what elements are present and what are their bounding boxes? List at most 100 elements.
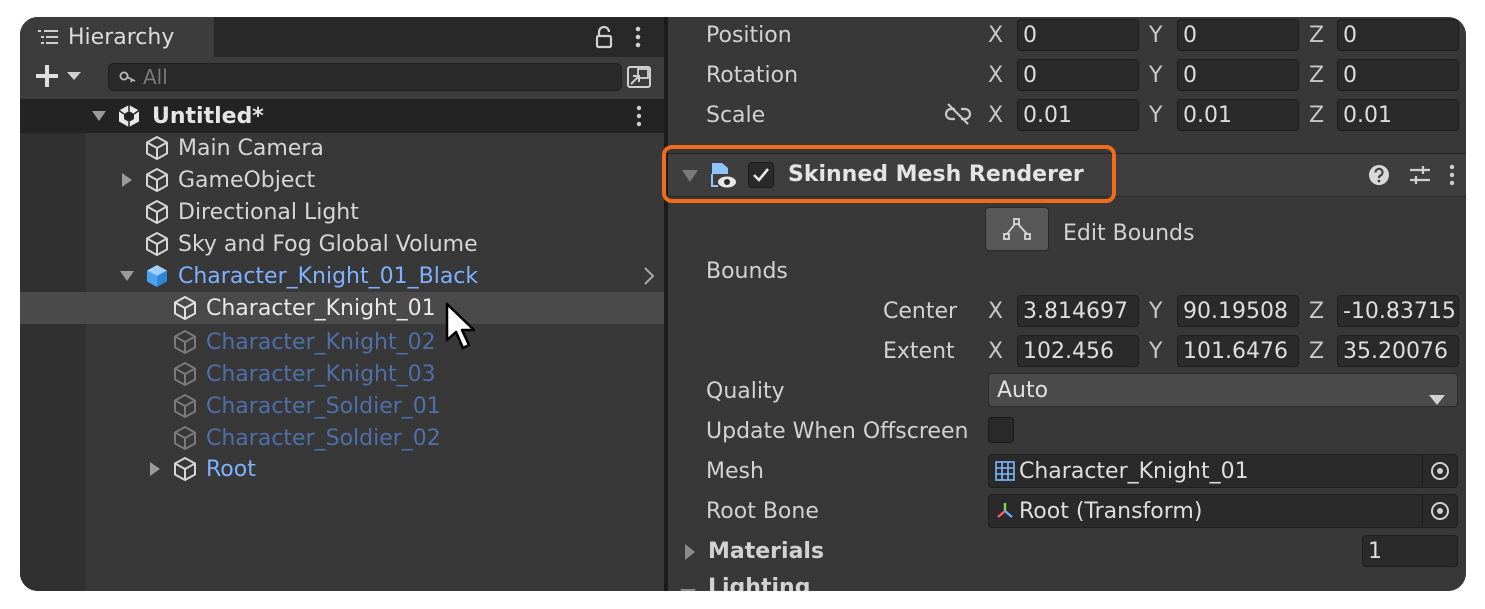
hierarchy-item[interactable]: Main Camera [20,132,664,164]
axis-x-label: X [988,63,1004,88]
scale-label: Scale [706,103,766,128]
gameobject-icon [172,295,198,321]
axis-y-label: Y [1149,299,1163,324]
root-bone-label: Root Bone [706,499,819,524]
expand-arrow-icon[interactable] [120,173,134,187]
checkmark-icon [753,168,770,182]
scale-x-field[interactable]: 0.01 [1017,99,1139,131]
dropdown-arrow-icon [1429,386,1445,411]
mesh-value: Character_Knight_01 [1019,458,1249,484]
gameobject-icon [144,167,170,193]
root-bone-object-field[interactable]: Root (Transform) [988,494,1458,528]
edit-bounds-label: Edit Bounds [1063,221,1195,246]
axis-y-label: Y [1149,103,1163,128]
hierarchy-item-label: Directional Light [178,199,359,225]
axis-x-label: X [988,339,1004,364]
center-label: Center [883,299,958,324]
more-options-icon[interactable] [628,25,648,49]
center-z-field[interactable]: -10.83715 [1337,295,1459,327]
constrain-proportions-icon[interactable] [944,103,972,129]
quality-value: Auto [997,377,1049,403]
center-x-field[interactable]: 3.814697 [1017,295,1139,327]
search-icon [119,70,137,84]
skinned-mesh-renderer-icon [708,160,738,194]
inspector-panel: Position X 0 Y 0 Z 0 Rotation X 0 Y 0 Z … [662,17,1466,591]
add-object-button[interactable] [34,63,82,89]
mouse-cursor-icon [444,302,478,356]
scene-more-options-icon[interactable] [632,105,646,127]
hierarchy-item[interactable]: Character_Knight_02 [20,326,664,358]
hierarchy-item[interactable]: Root [20,453,664,485]
rotation-label: Rotation [706,63,799,88]
extent-z-field[interactable]: 35.20076 [1337,335,1459,367]
materials-foldout-icon[interactable] [684,544,696,564]
position-x-field[interactable]: 0 [1017,19,1139,51]
update-offscreen-label: Update When Offscreen [706,419,969,444]
hierarchy-item-label: Character_Soldier_02 [206,425,441,451]
position-y-field[interactable]: 0 [1177,19,1299,51]
extent-x-field[interactable]: 102.456 [1017,335,1139,367]
rotation-x-field[interactable]: 0 [1017,59,1139,91]
position-z-field[interactable]: 0 [1337,19,1459,51]
component-more-options-icon[interactable] [1448,164,1456,190]
search-box[interactable] [108,63,622,91]
editor-window: Hierarchy All Untitled* Main Camera Game… [20,17,1466,591]
unity-scene-icon [116,103,142,129]
lock-icon[interactable] [594,25,614,49]
skinned-mesh-renderer-header[interactable]: Skinned Mesh Renderer [668,153,1466,197]
mesh-object-field[interactable]: Character_Knight_01 [988,454,1458,488]
materials-count-field[interactable]: 1 [1362,535,1458,567]
hierarchy-item-label: Character_Knight_02 [206,329,436,355]
object-picker-icon[interactable] [1422,455,1457,487]
hierarchy-item[interactable]: Sky and Fog Global Volume [20,228,664,260]
extent-label: Extent [883,339,955,364]
expand-arrow-icon[interactable] [120,269,134,283]
search-input[interactable] [143,65,583,89]
hierarchy-panel: Hierarchy All Untitled* Main Camera Game… [20,17,664,591]
rotation-y-field[interactable]: 0 [1177,59,1299,91]
scene-row[interactable]: Untitled* [20,99,664,133]
gameobject-icon [144,199,170,225]
position-label: Position [706,23,792,48]
object-picker-icon[interactable] [1422,495,1457,527]
axis-y-label: Y [1149,63,1163,88]
hierarchy-item[interactable]: Character_Soldier_02 [20,422,664,454]
gameobject-icon [144,135,170,161]
lighting-foldout-icon[interactable] [680,585,696,591]
rotation-z-field[interactable]: 0 [1337,59,1459,91]
gameobject-icon [144,231,170,257]
axis-z-label: Z [1309,299,1325,324]
open-prefab-chevron-icon[interactable] [642,267,656,285]
expand-arrow-icon[interactable] [148,462,162,476]
extent-y-field[interactable]: 101.6476 [1177,335,1299,367]
hierarchy-item-label: Main Camera [178,135,324,161]
tab-hierarchy[interactable]: Hierarchy [20,17,214,57]
edit-bounds-button[interactable] [985,207,1049,251]
hierarchy-item[interactable]: Character_Knight_03 [20,358,664,390]
hierarchy-item-prefab[interactable]: Character_Knight_01_Black [20,260,664,292]
expand-arrow-icon[interactable] [92,109,106,123]
component-title: Skinned Mesh Renderer [788,162,1084,187]
scene-name: Untitled* [152,103,264,129]
hierarchy-item-label: Character_Soldier_01 [206,393,441,419]
scale-z-field[interactable]: 0.01 [1337,99,1459,131]
axis-x-label: X [988,299,1004,324]
hierarchy-item-selected[interactable]: Character_Knight_01 [20,292,664,324]
axis-z-label: Z [1309,103,1325,128]
scale-y-field[interactable]: 0.01 [1177,99,1299,131]
update-offscreen-checkbox[interactable] [988,417,1014,443]
bounds-label: Bounds [706,259,788,284]
foldout-arrow-icon[interactable] [682,168,698,187]
hierarchy-item-label: Character_Knight_03 [206,361,436,387]
help-icon[interactable] [1368,164,1390,190]
gameobject-icon [172,456,198,482]
hierarchy-item[interactable]: GameObject [20,164,664,196]
scene-visibility-icon[interactable] [626,65,652,89]
hierarchy-item[interactable]: Directional Light [20,196,664,228]
center-y-field[interactable]: 90.19508 [1177,295,1299,327]
transform-icon [995,501,1015,521]
component-enabled-checkbox[interactable] [748,162,774,188]
hierarchy-item[interactable]: Character_Soldier_01 [20,390,664,422]
presets-icon[interactable] [1408,164,1432,190]
quality-dropdown[interactable]: Auto [988,373,1458,407]
